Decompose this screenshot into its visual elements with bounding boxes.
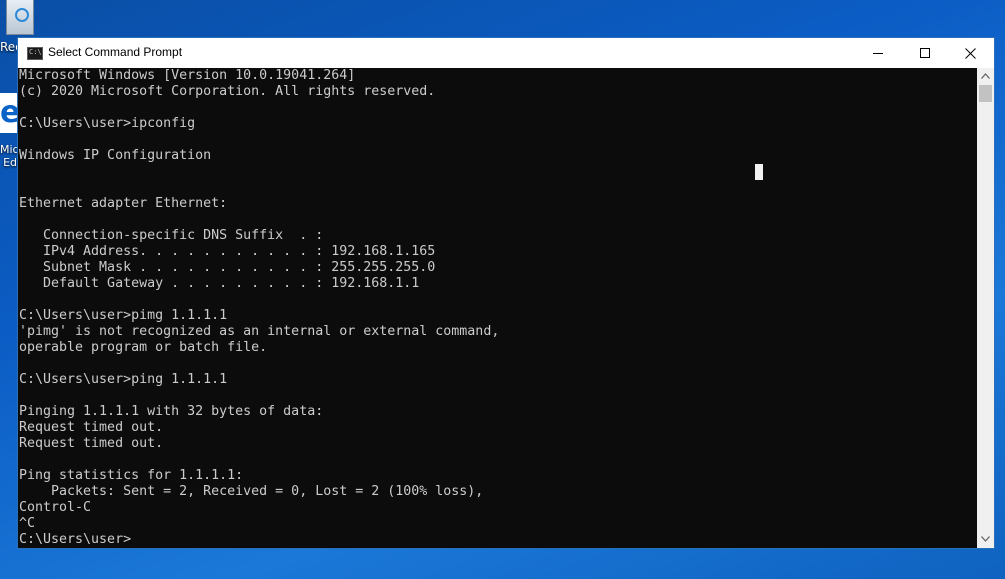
console-line: C:\Users\user>ping 1.1.1.1 [19,372,228,387]
edge-label-line1: Micro [0,143,17,156]
console-line: 'pimg' is not recognized as an internal … [19,324,500,339]
console-line: Pinging 1.1.1.1 with 32 bytes of data: [19,404,324,419]
chevron-down-icon [981,536,990,542]
close-button[interactable] [948,38,994,68]
console-line: Request timed out. [19,436,164,451]
close-icon [965,48,976,59]
console-line: Default Gateway . . . . . . . . . : 192.… [19,276,420,291]
console-line: operable program or batch file. [19,340,268,355]
maximize-button[interactable] [902,38,948,68]
console-line: Connection-specific DNS Suffix . : [19,228,324,243]
scroll-down-button[interactable] [977,531,994,548]
text-cursor [755,164,763,180]
window-title: Select Command Prompt [48,45,183,59]
scroll-thumb[interactable] [979,85,992,102]
title-bar[interactable]: C:\ Select Command Prompt [18,38,994,68]
console-line: Subnet Mask . . . . . . . . . . . : 255.… [19,260,436,275]
console-line: Packets: Sent = 2, Received = 0, Lost = … [19,484,484,499]
console-line: C:\Users\user> [19,532,132,547]
console-line: C:\Users\user>ipconfig [19,116,196,131]
recycle-bin-graphic [6,0,34,35]
minimize-button[interactable] [856,38,902,68]
minimize-icon [873,53,883,54]
console-text: Microsoft Windows [Version 10.0.19041.26… [18,68,978,548]
console-line: Request timed out. [19,420,164,435]
command-prompt-window[interactable]: C:\ Select Command Prompt Microsoft Wind… [17,37,995,549]
console-line: C:\Users\user>pimg 1.1.1.1 [19,308,228,323]
edge-label-line2: Ed [3,156,17,169]
scroll-up-button[interactable] [977,68,994,85]
console-line: Ethernet adapter Ethernet: [19,196,228,211]
cmd-app-icon[interactable]: C:\ [27,47,43,60]
cmd-icon-glyph: C:\ [29,48,42,56]
console-line: Ping statistics for 1.1.1.1: [19,468,244,483]
console-line: (c) 2020 Microsoft Corporation. All righ… [19,84,436,99]
console-line: Windows IP Configuration [19,148,212,163]
console-line: IPv4 Address. . . . . . . . . . . : 192.… [19,244,436,259]
console-output[interactable]: Microsoft Windows [Version 10.0.19041.26… [18,68,978,548]
chevron-up-icon [981,73,990,79]
console-line: Control-C [19,500,92,515]
console-line: ^C [19,516,36,531]
console-line: Microsoft Windows [Version 10.0.19041.26… [19,68,356,83]
vertical-scrollbar[interactable] [977,68,994,548]
maximize-icon [920,48,930,58]
recycle-bin-icon[interactable] [0,0,38,36]
edge-label: Micro Ed [0,143,17,169]
recycle-bin-label: Recycle Bin [0,40,17,54]
